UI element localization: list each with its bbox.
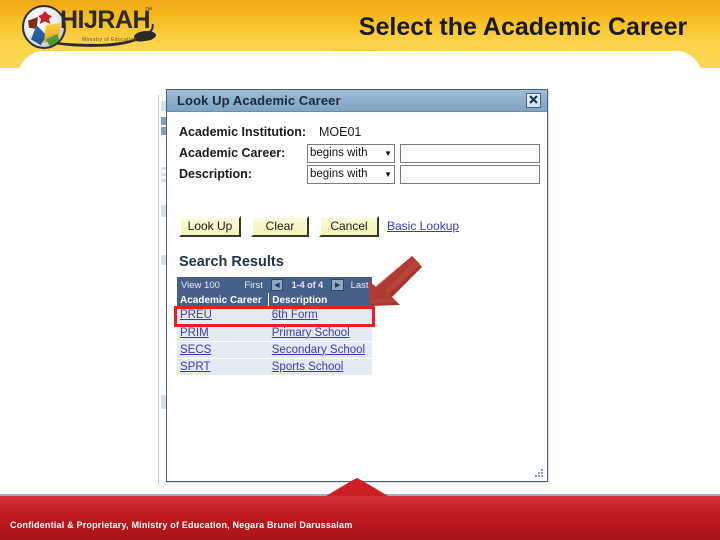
description-input[interactable] [400,164,540,184]
field-description: Description: begins with ▼ [179,164,540,184]
dialog-titlebar[interactable]: Look Up Academic Career [167,90,547,112]
footer-banner: Confidential & Proprietary, Ministry of … [0,496,720,540]
result-career-link[interactable]: SECS [180,344,211,356]
resize-grip-icon[interactable] [535,469,544,478]
institution-value: MOE01 [319,125,362,139]
page-title: Select the Academic Career [358,13,688,41]
row-range-label: 1-4 of 4 [291,280,324,290]
red-pointer-arrow-icon [362,254,424,312]
chevron-down-icon: ▼ [384,169,392,179]
result-career-link[interactable]: PRIM [180,327,209,339]
look-up-button[interactable]: Look Up [179,216,241,237]
lookup-dialog: Look Up Academic Career Academic Institu… [166,89,548,482]
basic-lookup-link[interactable]: Basic Lookup [387,219,459,233]
dialog-title: Look Up Academic Career [177,93,341,108]
slide-canvas: HIJRAH ™ Ministry of Education Select th… [0,0,720,540]
table-header-row: Academic Career Description [177,293,372,307]
field-label: Academic Institution: [179,125,307,139]
search-results-heading: Search Results [179,254,284,270]
operator-select-description[interactable]: begins with ▼ [307,164,395,184]
table-row[interactable]: PRIM Primary School [177,324,372,342]
result-career-link[interactable]: SPRT [180,361,210,373]
next-page-icon[interactable]: ▶ [331,279,345,291]
logo-wordmark: HIJRAH [60,6,151,34]
previous-page-icon[interactable]: ◀ [270,279,284,291]
table-row[interactable]: SECS Secondary School [177,341,372,359]
dialog-body: Academic Institution: MOE01 Academic Car… [167,112,547,481]
column-header-description: Description [268,293,372,307]
column-header-academic-career: Academic Career [177,293,270,307]
footer-confidentiality-text: Confidential & Proprietary, Ministry of … [10,520,353,530]
table-row[interactable]: PREU 6th Form [177,307,372,325]
cancel-button[interactable]: Cancel [319,216,379,237]
table-row[interactable]: SPRT Sports School [177,358,372,376]
operator-value: begins with [310,147,368,159]
result-description-link[interactable]: Primary School [272,327,350,339]
operator-value: begins with [310,168,368,180]
operator-select-academic-career[interactable]: begins with ▼ [307,143,395,163]
field-academic-institution: Academic Institution: MOE01 [179,122,361,142]
result-career-link[interactable]: PREU [180,309,212,321]
grid-navigation-bar: View 100 First ◀ 1-4 of 4 ▶ Last [177,277,372,293]
clear-button[interactable]: Clear [251,216,309,237]
result-description-link[interactable]: 6th Form [272,309,318,321]
academic-career-input[interactable] [400,143,540,163]
field-label: Academic Career: [179,146,286,160]
header-cutout [18,51,702,91]
chevron-down-icon: ▼ [384,148,392,158]
hijrah-logo: HIJRAH ™ Ministry of Education [6,1,158,51]
view-count-link[interactable]: View 100 [177,280,237,291]
result-description-link[interactable]: Sports School [272,361,344,373]
close-icon[interactable] [526,93,541,108]
field-academic-career: Academic Career: begins with ▼ [179,143,540,163]
logo-trademark: ™ [145,7,152,14]
search-results-table: Academic Career Description PREU 6th For… [177,293,372,376]
logo-tagline: Ministry of Education [82,37,137,43]
field-label: Description: [179,167,252,181]
first-page-link[interactable]: First [237,280,271,291]
result-description-link[interactable]: Secondary School [272,344,365,356]
